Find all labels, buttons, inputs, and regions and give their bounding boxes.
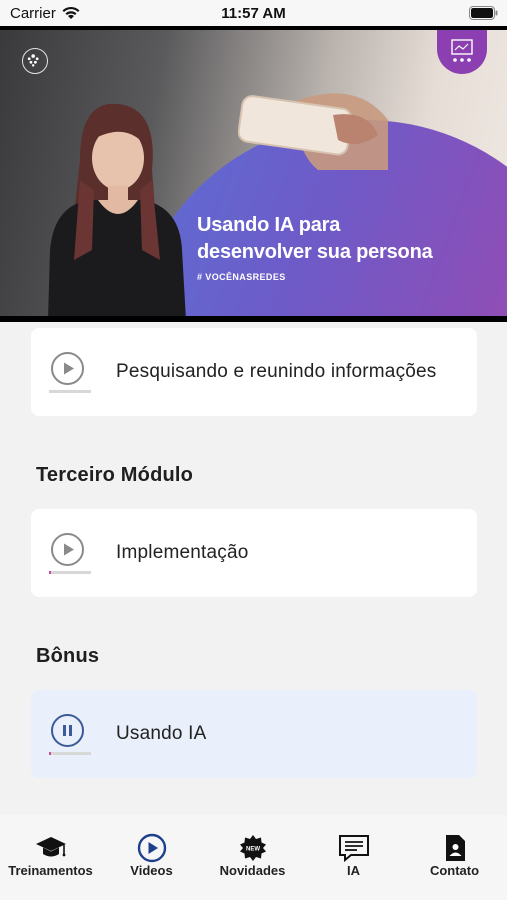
tab-label: IA: [347, 863, 360, 878]
chat-icon: [338, 835, 369, 863]
tab-label: Novidades: [219, 863, 286, 878]
battery-icon: [469, 6, 498, 20]
video-hashtag: # VOCÊNASREDES: [197, 272, 286, 282]
video-player[interactable]: Usando IA para desenvolver sua persona #…: [0, 26, 507, 322]
lesson-progress-bar: [49, 390, 91, 393]
lesson-title: Usando IA: [116, 723, 207, 744]
section-title-terceiro-modulo: Terceiro Módulo: [36, 464, 194, 486]
video-title-line1: Usando IA para: [197, 214, 341, 236]
status-bar: Carrier 11:57 AM: [0, 0, 507, 26]
play-icon: [51, 533, 84, 566]
tab-ia[interactable]: IA: [303, 815, 404, 885]
tab-videos[interactable]: Videos: [101, 815, 202, 885]
phone-in-hand-image: [238, 93, 388, 170]
play-icon: [51, 352, 84, 385]
pause-icon: [51, 714, 84, 747]
lesson-progress-fill: [49, 571, 51, 574]
svg-text:NEW: NEW: [246, 847, 260, 853]
video-title-line2: desenvolver sua persona: [197, 241, 433, 263]
lesson-progress-bar: [49, 752, 91, 755]
channel-logo-icon: [22, 48, 48, 74]
tab-label: Videos: [130, 863, 173, 878]
tab-label: Contato: [429, 863, 480, 878]
status-time: 11:57 AM: [221, 5, 286, 22]
contact-card-icon: [445, 835, 465, 861]
video-title: Usando IA para desenvolver sua persona: [197, 212, 433, 266]
video-frame: Usando IA para desenvolver sua persona #…: [0, 30, 507, 316]
lesson-title: Implementação: [116, 542, 249, 563]
tab-treinamentos[interactable]: Treinamentos: [0, 815, 101, 885]
tab-contato[interactable]: Contato: [404, 815, 505, 885]
tab-novidades[interactable]: NEW Novidades: [202, 815, 303, 885]
section-title-bonus: Bônus: [36, 645, 100, 667]
lesson-progress-fill: [49, 752, 51, 755]
graduation-cap-icon: [35, 837, 66, 857]
presenter-image: [48, 103, 186, 316]
lesson-card-usando-ia[interactable]: Usando IA: [31, 690, 477, 778]
lesson-card-implementacao[interactable]: Implementação: [31, 509, 477, 597]
new-badge-icon: NEW: [239, 835, 266, 861]
lesson-progress-bar: [49, 571, 91, 574]
lesson-card-pesquisando[interactable]: Pesquisando e reunindo informações: [31, 328, 477, 416]
play-circle-icon: [137, 833, 166, 863]
tab-bar: Treinamentos Videos NEW Novidades IA Con…: [0, 815, 507, 900]
tab-label: Treinamentos: [8, 863, 93, 878]
lesson-title: Pesquisando e reunindo informações: [116, 361, 437, 382]
presentation-badge-icon: [437, 30, 487, 74]
